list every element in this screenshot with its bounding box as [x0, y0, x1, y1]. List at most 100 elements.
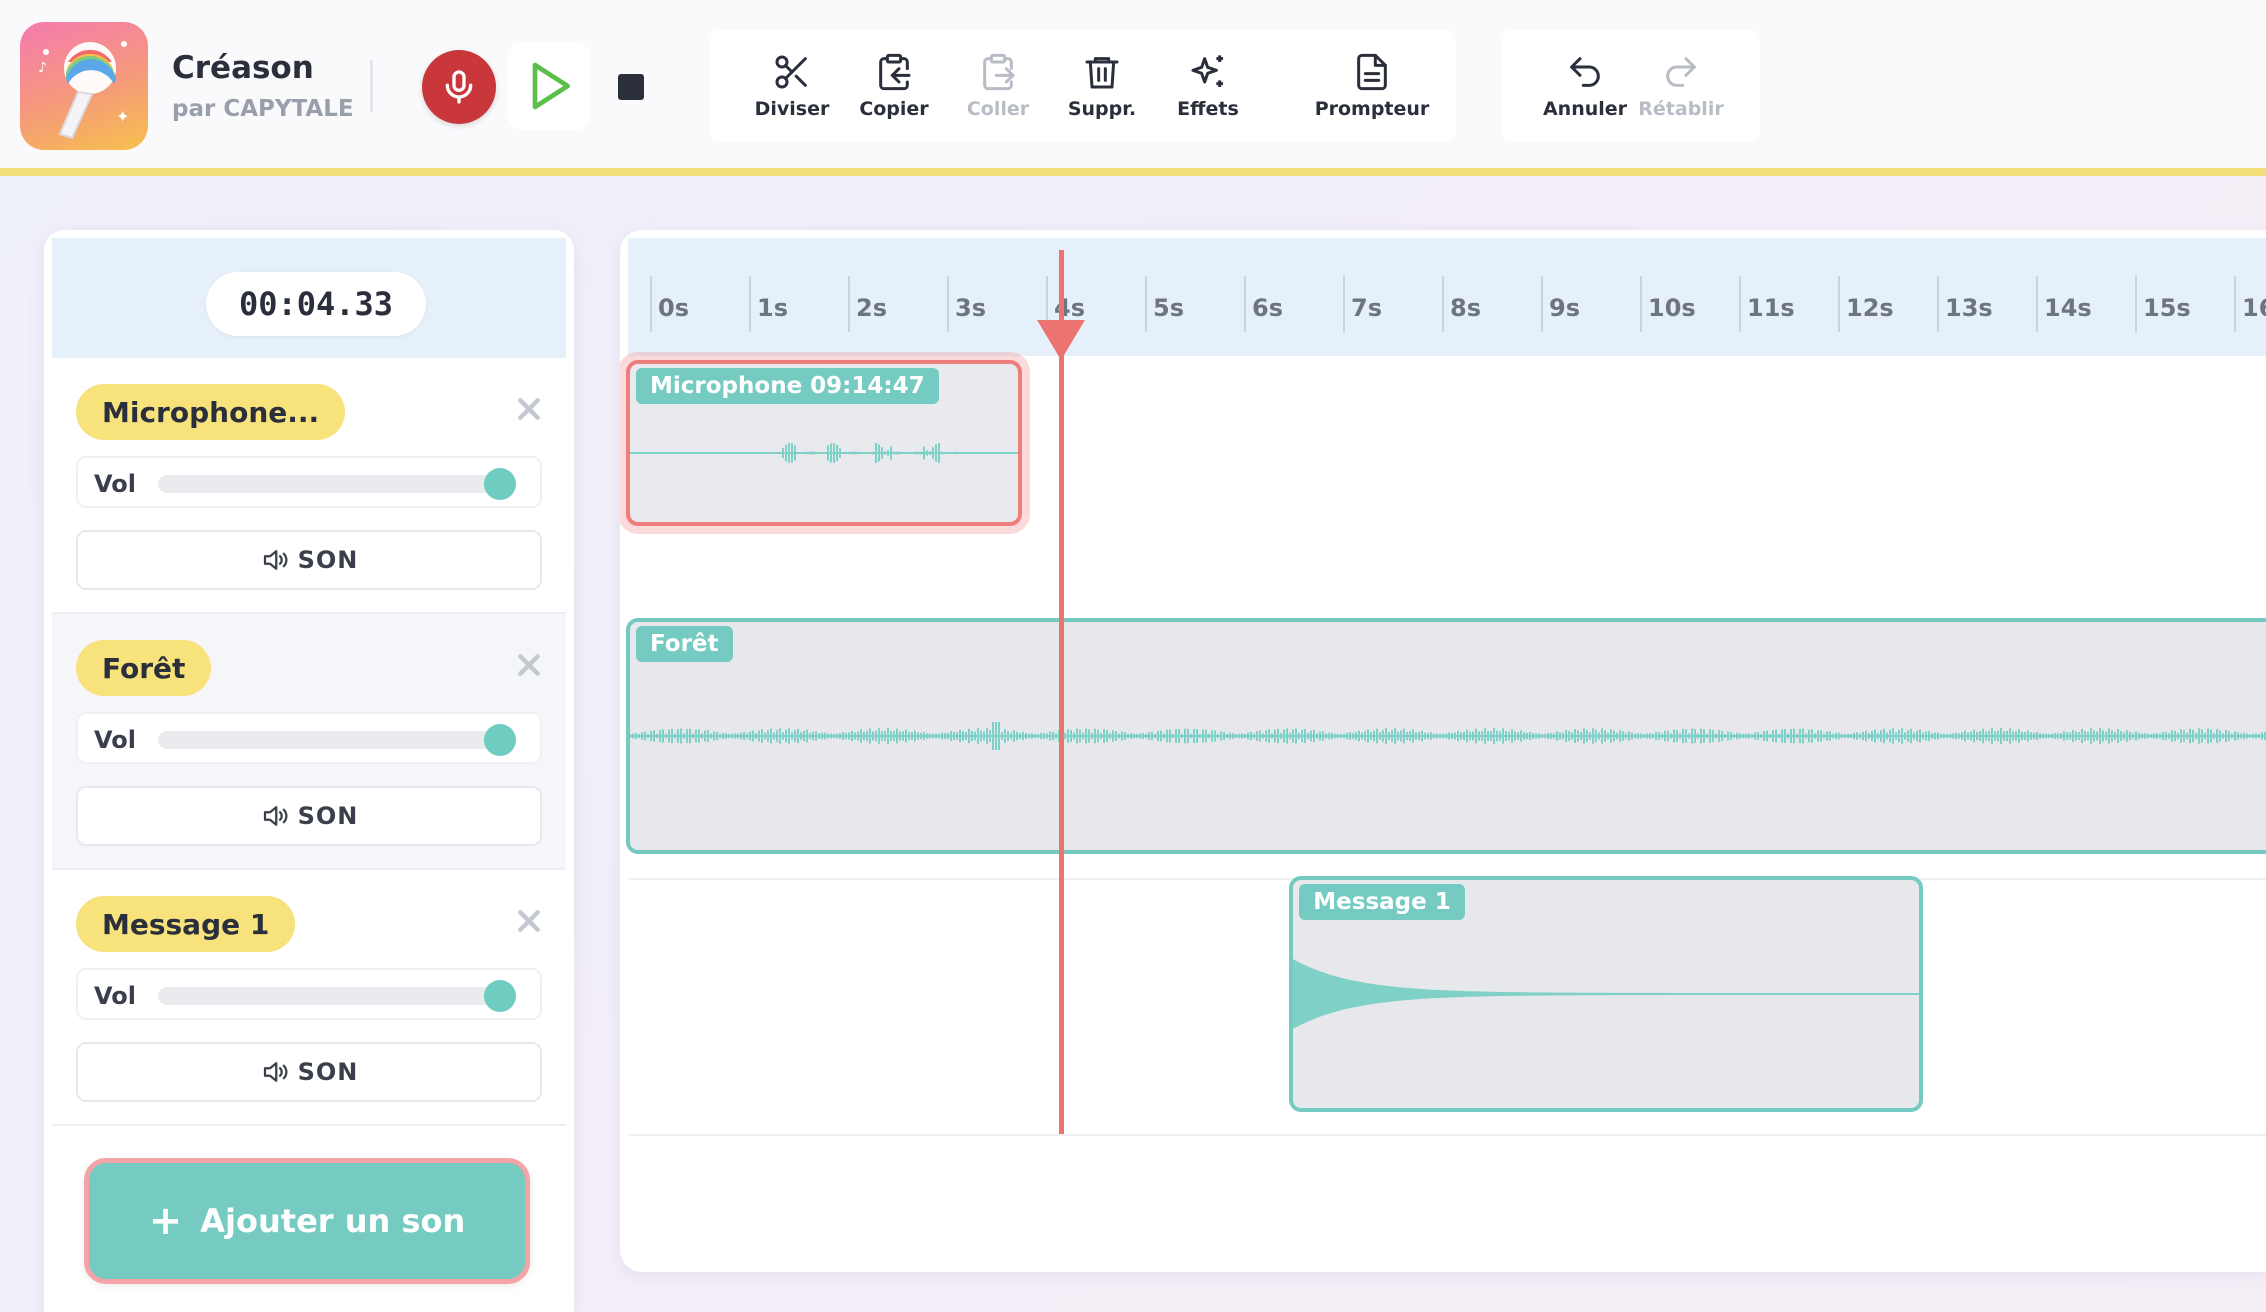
header-divider [370, 60, 373, 112]
track-control-microphone: Microphone... Vol SON [52, 358, 566, 614]
playhead-handle[interactable] [1036, 320, 1085, 360]
volume-slider[interactable] [158, 724, 516, 756]
volume-label: Vol [94, 470, 136, 498]
sound-toggle-button[interactable]: SON [76, 530, 542, 590]
volume-slider-handle[interactable] [484, 468, 516, 500]
ruler-tick-label: 2s [856, 294, 887, 322]
copy-button[interactable]: Copier [854, 30, 934, 142]
svg-text:♪: ♪ [38, 60, 47, 76]
ruler-tick [749, 276, 751, 332]
play-button[interactable] [508, 42, 590, 130]
speaker-icon [263, 1062, 288, 1082]
ruler-tick [1541, 276, 1543, 332]
prompter-button[interactable]: Prompteur [1302, 30, 1442, 142]
ruler-tick-label: 11s [1747, 294, 1795, 322]
sound-toggle-button[interactable]: SON [76, 1042, 542, 1102]
undo-button[interactable]: Annuler [1540, 30, 1630, 142]
volume-slider[interactable] [158, 980, 516, 1012]
time-display: 00:04.33 [206, 272, 426, 336]
ruler-tick [1442, 276, 1444, 332]
add-sound-button[interactable]: + Ajouter un son [84, 1158, 530, 1284]
clipboard-paste-icon [983, 53, 1015, 91]
remove-track-button[interactable] [514, 650, 544, 680]
ruler-tick [2234, 276, 2236, 332]
ruler-tick-label: 8s [1450, 294, 1481, 322]
split-button[interactable]: Diviser [752, 30, 832, 142]
copy-label: Copier [859, 98, 929, 120]
waveform-graphic [630, 722, 2266, 750]
redo-button[interactable]: Rétablir [1636, 30, 1726, 142]
effects-label: Effets [1177, 98, 1239, 120]
redo-label: Rétablir [1638, 98, 1724, 120]
audio-clip[interactable]: Forêt [626, 618, 2266, 854]
ruler-tick [1343, 276, 1345, 332]
ruler-tick [1244, 276, 1246, 332]
ruler-tick [1640, 276, 1642, 332]
stop-button[interactable] [604, 50, 658, 124]
ruler-tick [947, 276, 949, 332]
track-name-pill[interactable]: Microphone... [76, 384, 346, 440]
undo-icon [1570, 57, 1600, 87]
record-button[interactable] [422, 50, 496, 124]
plus-icon: + [148, 1198, 183, 1244]
app-logo-icon: ♪ ✦ [20, 22, 148, 150]
app-header: ♪ ✦ Créason par CAPYTALE Diviser Copier … [0, 0, 2266, 176]
ruler-tick-label: 10s [1648, 294, 1696, 322]
playhead[interactable] [1058, 250, 1064, 1134]
track-name-pill[interactable]: Forêt [76, 640, 212, 696]
timeline-area[interactable]: 0s1s2s3s4s5s6s7s8s9s10s11s12s13s14s15s16… [620, 230, 2266, 1272]
ruler-tick [1937, 276, 1939, 332]
ruler-tick-label: 3s [955, 294, 986, 322]
track-name-pill[interactable]: Message 1 [76, 896, 296, 952]
volume-slider-handle[interactable] [484, 724, 516, 756]
track-divider [52, 1124, 566, 1126]
sound-toggle-label: SON [297, 546, 359, 574]
redo-icon [1666, 57, 1696, 87]
sound-toggle-label: SON [297, 802, 359, 830]
ruler-tick-label: 13s [1945, 294, 1993, 322]
clip-label: Microphone 09:14:47 [636, 368, 939, 404]
effects-button[interactable]: Effets [1166, 30, 1250, 142]
ruler-tick-label: 5s [1153, 294, 1184, 322]
ruler-tick [1838, 276, 1840, 332]
paste-label: Coller [966, 98, 1030, 120]
ruler-tick [2036, 276, 2038, 332]
track-controls-panel: 00:04.33 Microphone... Vol SON Forêt Vol [44, 230, 574, 1312]
delete-button[interactable]: Suppr. [1060, 30, 1144, 142]
microphone-icon [445, 70, 473, 104]
clipboard-copy-icon [879, 53, 911, 91]
audio-clip[interactable]: Message 1 [1289, 876, 1923, 1112]
add-sound-label: Ajouter un son [200, 1202, 466, 1240]
ruler-tick-label: 9s [1549, 294, 1580, 322]
document-icon [1357, 53, 1387, 91]
app-title: Créason [172, 50, 314, 86]
volume-slider-handle[interactable] [484, 980, 516, 1012]
undo-label: Annuler [1542, 98, 1628, 120]
ruler-tick-label: 6s [1252, 294, 1283, 322]
track-control-foret: Forêt Vol SON [52, 614, 566, 870]
volume-row: Vol [76, 456, 542, 508]
history-toolbar: Annuler Rétablir [1502, 30, 1760, 142]
paste-button[interactable]: Coller [958, 30, 1038, 142]
sound-toggle-button[interactable]: SON [76, 786, 542, 846]
ruler-tick [848, 276, 850, 332]
app-subtitle: par CAPYTALE [172, 96, 354, 122]
trash-icon [1085, 57, 1119, 89]
close-icon [518, 398, 540, 420]
ruler-tick-label: 15s [2143, 294, 2191, 322]
volume-slider[interactable] [158, 468, 516, 500]
remove-track-button[interactable] [514, 394, 544, 424]
ruler-tick-label: 7s [1351, 294, 1382, 322]
split-label: Diviser [754, 98, 830, 120]
ruler-tick-label: 0s [658, 294, 689, 322]
ruler-tick-label: 12s [1846, 294, 1894, 322]
delete-label: Suppr. [1067, 98, 1137, 120]
sound-toggle-label: SON [297, 1058, 359, 1086]
track-control-message-1: Message 1 Vol SON [52, 870, 566, 1126]
remove-track-button[interactable] [514, 906, 544, 936]
sparkles-icon [1191, 55, 1223, 87]
time-ruler[interactable]: 0s1s2s3s4s5s6s7s8s9s10s11s12s13s14s15s16… [628, 238, 2266, 356]
speaker-icon [263, 806, 288, 826]
audio-clip[interactable]: Microphone 09:14:47 [626, 360, 1022, 526]
timer-band: 00:04.33 [52, 238, 566, 358]
